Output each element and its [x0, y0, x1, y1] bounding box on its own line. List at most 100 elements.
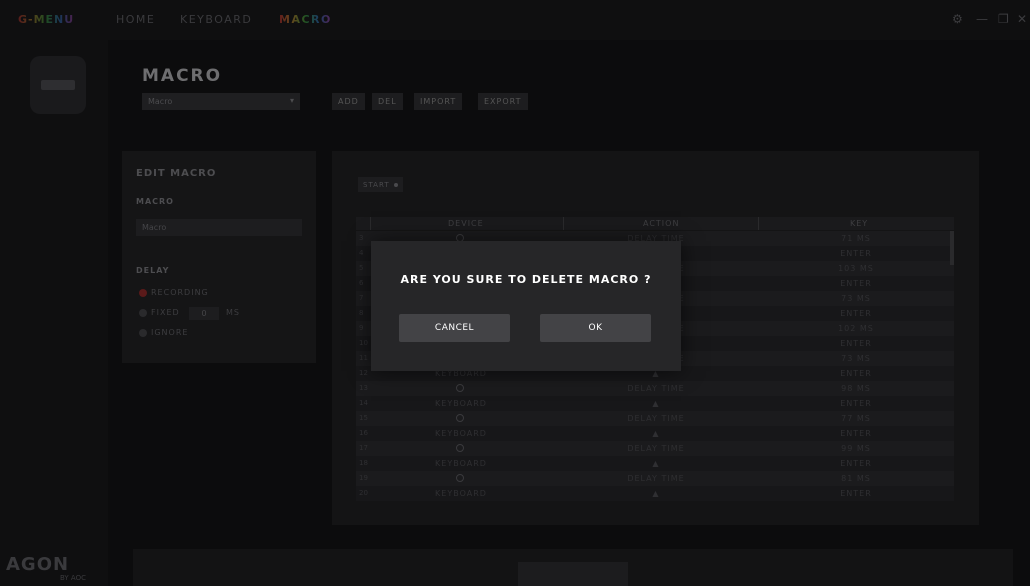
- row-number: 16: [359, 429, 368, 437]
- row-number: 6: [359, 279, 364, 287]
- row-key: 77 MS: [841, 414, 871, 423]
- row-key: ENTER: [840, 459, 872, 468]
- restore-icon[interactable]: ❐: [998, 12, 1009, 26]
- macro-label: MACRO: [136, 197, 174, 206]
- delay-label: DELAY: [136, 266, 170, 275]
- row-device: KEYBOARD: [435, 429, 487, 438]
- row-key: 99 MS: [841, 444, 871, 453]
- cancel-button[interactable]: CANCEL: [399, 314, 510, 342]
- edit-macro-title: EDIT MACRO: [136, 168, 217, 179]
- title-bar: G-MENU HOME KEYBOARD MACRO ⚙ — ❐ ✕: [0, 0, 1030, 40]
- start-record-button[interactable]: START: [358, 177, 403, 192]
- row-action: DELAY TIME: [627, 444, 685, 453]
- clock-icon: [456, 384, 468, 394]
- key-up-icon: ▲: [652, 399, 660, 408]
- row-device: KEYBOARD: [435, 459, 487, 468]
- export-button[interactable]: EXPORT: [478, 93, 528, 110]
- row-number: 15: [359, 414, 368, 422]
- start-label: START: [363, 181, 390, 189]
- del-button[interactable]: DEL: [372, 93, 403, 110]
- table-row[interactable]: 17 DELAY TIME 99 MS: [356, 441, 954, 456]
- import-button[interactable]: IMPORT: [414, 93, 463, 110]
- page-title: MACRO: [142, 66, 223, 86]
- column-key: KEY: [850, 219, 869, 228]
- key-up-icon: ▲: [652, 459, 660, 468]
- clock-icon: [456, 414, 468, 424]
- close-icon[interactable]: ✕: [1017, 12, 1027, 26]
- row-number: 14: [359, 399, 368, 407]
- table-row[interactable]: 18 KEYBOARD ▲ ENTER: [356, 456, 954, 471]
- row-number: 4: [359, 249, 364, 257]
- row-number: 18: [359, 459, 368, 467]
- dialog-message: ARE YOU SURE TO DELETE MACRO ?: [400, 273, 652, 286]
- delete-confirm-dialog: ARE YOU SURE TO DELETE MACRO ? CANCEL OK: [371, 241, 681, 371]
- row-number: 19: [359, 474, 368, 482]
- macro-select[interactable]: Macro ▾: [142, 93, 300, 110]
- row-key: ENTER: [840, 279, 872, 288]
- radio-fixed-label: FIXED: [151, 308, 180, 317]
- add-button[interactable]: ADD: [332, 93, 365, 110]
- row-action: DELAY TIME: [627, 474, 685, 483]
- row-key: ENTER: [840, 339, 872, 348]
- row-number: 7: [359, 294, 364, 302]
- device-thumbnail[interactable]: [30, 56, 86, 114]
- row-number: 10: [359, 339, 368, 347]
- radio-recording-label: RECORDING: [151, 288, 209, 297]
- row-number: 3: [359, 234, 364, 242]
- row-key: ENTER: [840, 489, 872, 498]
- fixed-delay-input[interactable]: 0: [189, 307, 219, 320]
- record-dot-icon: [393, 183, 398, 187]
- row-key: ENTER: [840, 309, 872, 318]
- row-key: ENTER: [840, 369, 872, 378]
- row-key: ENTER: [840, 399, 872, 408]
- brand-sub: BY AOC: [60, 574, 86, 582]
- clock-icon: [456, 474, 468, 484]
- table-row[interactable]: 15 DELAY TIME 77 MS: [356, 411, 954, 426]
- row-key: ENTER: [840, 429, 872, 438]
- row-number: 5: [359, 264, 364, 272]
- row-key: 102 MS: [838, 324, 874, 333]
- row-device: KEYBOARD: [435, 399, 487, 408]
- row-key: 103 MS: [838, 264, 874, 273]
- row-action: DELAY TIME: [627, 414, 685, 423]
- row-number: 13: [359, 384, 368, 392]
- fixed-unit-label: MS: [226, 308, 240, 317]
- row-number: 20: [359, 489, 368, 497]
- table-row[interactable]: 19 DELAY TIME 81 MS: [356, 471, 954, 486]
- left-rail: [0, 40, 108, 586]
- ok-button[interactable]: OK: [540, 314, 651, 342]
- column-device: DEVICE: [448, 219, 484, 228]
- column-divider: [370, 217, 371, 230]
- tab-keyboard[interactable]: KEYBOARD: [180, 13, 252, 26]
- row-key: 73 MS: [841, 294, 871, 303]
- minimize-icon[interactable]: —: [976, 12, 988, 26]
- gear-icon[interactable]: ⚙: [952, 12, 963, 26]
- table-header: DEVICE ACTION KEY: [356, 217, 954, 230]
- table-row[interactable]: 13 DELAY TIME 98 MS: [356, 381, 954, 396]
- bottom-action-button[interactable]: [518, 562, 628, 586]
- tab-macro[interactable]: MACRO: [279, 13, 332, 26]
- radio-recording[interactable]: [139, 289, 147, 297]
- chevron-down-icon: ▾: [289, 96, 294, 105]
- brand-logo: AGON: [6, 554, 70, 575]
- row-number: 17: [359, 444, 368, 452]
- row-key: 73 MS: [841, 354, 871, 363]
- radio-fixed[interactable]: [139, 309, 147, 317]
- row-action: DELAY TIME: [627, 384, 685, 393]
- macro-name-input[interactable]: Macro: [136, 219, 302, 236]
- column-divider: [563, 217, 564, 230]
- macro-select-value: Macro: [148, 97, 173, 106]
- table-row[interactable]: 20 KEYBOARD ▲ ENTER: [356, 486, 954, 501]
- tab-home[interactable]: HOME: [116, 13, 155, 26]
- column-divider: [758, 217, 759, 230]
- radio-ignore-label: IGNORE: [151, 328, 189, 337]
- table-row[interactable]: 16 KEYBOARD ▲ ENTER: [356, 426, 954, 441]
- row-key: ENTER: [840, 249, 872, 258]
- row-number: 8: [359, 309, 364, 317]
- row-number: 9: [359, 324, 364, 332]
- table-row[interactable]: 14 KEYBOARD ▲ ENTER: [356, 396, 954, 411]
- row-device: KEYBOARD: [435, 489, 487, 498]
- table-scrollbar[interactable]: [950, 231, 954, 265]
- row-number: 12: [359, 369, 368, 377]
- radio-ignore[interactable]: [139, 329, 147, 337]
